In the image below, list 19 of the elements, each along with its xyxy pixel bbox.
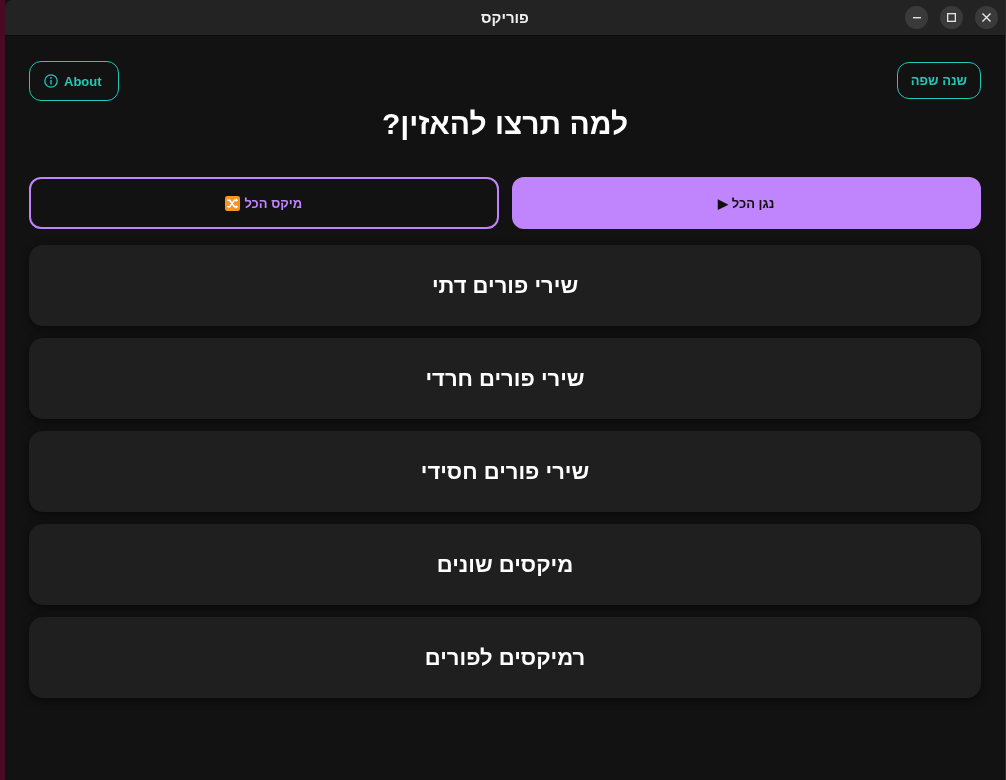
- close-button[interactable]: [975, 6, 998, 29]
- info-icon: [44, 74, 58, 88]
- category-card[interactable]: מיקסים שונים: [29, 524, 981, 605]
- close-icon: [982, 13, 991, 22]
- window-title: פוריקס: [481, 9, 529, 26]
- category-card[interactable]: רמיקסים לפורים: [29, 617, 981, 698]
- category-card[interactable]: שירי פורים דתי: [29, 245, 981, 326]
- maximize-icon: [947, 13, 956, 22]
- category-card[interactable]: שירי פורים חסידי: [29, 431, 981, 512]
- maximize-button[interactable]: [940, 6, 963, 29]
- shuffle-icon: [225, 195, 241, 211]
- about-button[interactable]: About: [29, 61, 119, 101]
- page-heading: למה תרצו להאזין?: [381, 106, 629, 142]
- minimize-icon: [912, 16, 921, 19]
- category-card[interactable]: שירי פורים חרדי: [29, 338, 981, 419]
- language-button[interactable]: שנה שפה: [896, 62, 981, 99]
- minimize-button[interactable]: [905, 6, 928, 29]
- shuffle-all-button[interactable]: מיקס הכל: [29, 177, 499, 229]
- play-all-button[interactable]: נגן הכל ▶: [511, 177, 981, 229]
